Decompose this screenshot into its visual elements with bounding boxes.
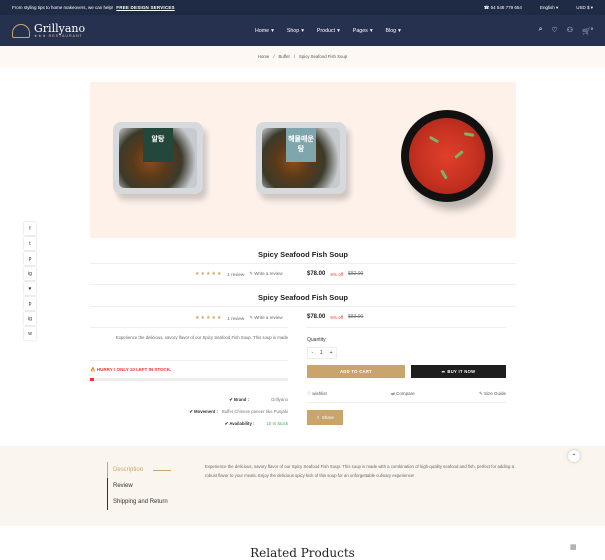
header: Grillyano ★★★ RESTAURANT Home ▾ Shop ▾ Pro…	[0, 15, 605, 46]
buy-now-button[interactable]: ➦ BUY IT NOW	[411, 365, 506, 378]
facebook-icon[interactable]: f	[24, 222, 36, 235]
nav-blog[interactable]: Blog ▾	[386, 28, 401, 34]
quantity-label: Quantity	[307, 337, 326, 343]
add-to-cart-button[interactable]: ADD TO CART	[307, 365, 405, 378]
product-title-sticky: Spicy Seafood Fish Soup	[257, 250, 348, 259]
logo-name: Grillyano	[34, 22, 86, 35]
product-image-pack-1[interactable]: 알탕	[113, 122, 203, 194]
rating-row: ★★★★★ 1 review ✎ Write a review	[195, 271, 283, 277]
cloche-icon	[12, 23, 30, 38]
write-review-link[interactable]: ✎ Write a review	[249, 271, 282, 277]
wishlist-link[interactable]: ♡ wishlist	[307, 391, 327, 397]
phone[interactable]: ☎ 54 548 779 654	[484, 5, 522, 11]
product-gallery[interactable]: 알탕 해물매운탕	[90, 82, 516, 238]
share-button[interactable]: ⇪ Share	[307, 410, 343, 425]
nav-pages[interactable]: Pages ▾	[353, 28, 373, 34]
tab-review[interactable]: Review	[107, 478, 171, 494]
search-icon[interactable]: ⌕	[539, 26, 543, 35]
brand-row: ✔ Brand : Grillyano	[229, 397, 288, 402]
logo[interactable]: Grillyano ★★★ RESTAURANT	[12, 23, 212, 38]
topbar: From styling tips to home makeovers, we …	[0, 0, 605, 15]
social-share-bar: f t p ig ♥ p ig w	[24, 222, 36, 340]
product-tabs-section: Description Review Shipping and Return E…	[0, 446, 605, 526]
stock-warning: 🔥 HURRY ! ONLY 10 LEFT IN STOCK.	[90, 367, 172, 372]
pinterest-icon[interactable]: p	[24, 252, 36, 265]
breadcrumb: Home / Buffet / Spicy Seafood Fish Soup	[0, 46, 605, 67]
language-select[interactable]: English ▾	[540, 5, 558, 11]
compare-link[interactable]: ⇄ Compare	[391, 391, 415, 397]
whatsapp-icon[interactable]: w	[24, 327, 36, 340]
instagram-icon[interactable]: ig	[24, 312, 36, 325]
size-guide-link[interactable]: ✎ Size Guide	[479, 391, 506, 397]
nav-home[interactable]: Home ▾	[255, 28, 274, 34]
product-image-bowl[interactable]	[401, 110, 493, 202]
currency-select[interactable]: USD $ ▾	[576, 5, 593, 11]
free-design-link[interactable]: FREE DESIGN SERVICES	[116, 5, 174, 10]
rating-stars: ★★★★★	[195, 315, 223, 321]
qty-plus[interactable]: +	[330, 350, 333, 356]
logo-sub: ★★★ RESTAURANT	[34, 34, 83, 38]
stock-progress	[90, 378, 288, 381]
crumb-home[interactable]: Home	[258, 54, 269, 59]
cart-icon[interactable]: 🛒0	[582, 26, 593, 35]
qty-value[interactable]: 1	[320, 350, 323, 356]
product-title: Spicy Seafood Fish Soup	[257, 293, 348, 302]
product-image-pack-2[interactable]: 해물매운탕	[256, 122, 346, 194]
share-icon: ⇪	[316, 414, 320, 420]
qty-minus[interactable]: -	[311, 350, 313, 356]
tab-description[interactable]: Description	[107, 462, 171, 478]
product-actions: ♡ wishlist ⇄ Compare ✎ Size Guide	[307, 391, 506, 397]
heart-icon[interactable]: ♥	[24, 282, 36, 295]
price: $78.00 5% off $82.00	[307, 314, 364, 320]
movement-row: ✔ Movement : Buffet Chinese paneer tike P…	[189, 409, 288, 414]
quantity-stepper[interactable]: - 1 +	[307, 347, 337, 359]
main-nav: Home ▾ Shop ▾ Product ▾ Pages ▾ Blog ▾	[255, 28, 401, 34]
account-icon[interactable]: ⚇	[567, 26, 573, 35]
pinterest-icon[interactable]: p	[24, 297, 36, 310]
scroll-top-button[interactable]: ⌃	[568, 450, 580, 462]
tab-description-content: Experience the delicious, savory flavor …	[205, 464, 514, 478]
wishlist-icon[interactable]: ♡	[551, 26, 557, 35]
nav-product[interactable]: Product ▾	[317, 28, 340, 34]
rating-row-main: ★★★★★ 1 review ✎ Write a review	[195, 315, 283, 321]
rating-stars: ★★★★★	[195, 271, 223, 277]
related-products-heading: Related Products	[250, 546, 355, 560]
review-link[interactable]: 1 review	[227, 316, 244, 321]
price-sticky: $78.00 5% off $82.00	[307, 271, 364, 277]
short-description: Experience the delicious, savory flavor …	[115, 335, 288, 340]
twitter-icon[interactable]: t	[24, 237, 36, 250]
promo-text: From styling tips to home makeovers, we …	[12, 5, 175, 10]
availability-row: ✔ Availability :10 In Stock	[224, 421, 288, 426]
product-tabs: Description Review Shipping and Return	[107, 462, 171, 510]
instagram-icon[interactable]: ig	[24, 267, 36, 280]
write-review-link[interactable]: ✎ Write a review	[249, 315, 282, 321]
tab-shipping[interactable]: Shipping and Return	[107, 494, 171, 510]
stock-progress-fill	[90, 378, 94, 381]
nav-shop[interactable]: Shop ▾	[287, 28, 304, 34]
crumb-buffet[interactable]: Buffet	[279, 54, 290, 59]
review-link[interactable]: 1 review	[227, 272, 244, 277]
crumb-current: Spicy Seafood Fish Soup	[298, 54, 348, 59]
grid-view-icon[interactable]: ▦	[570, 543, 577, 551]
